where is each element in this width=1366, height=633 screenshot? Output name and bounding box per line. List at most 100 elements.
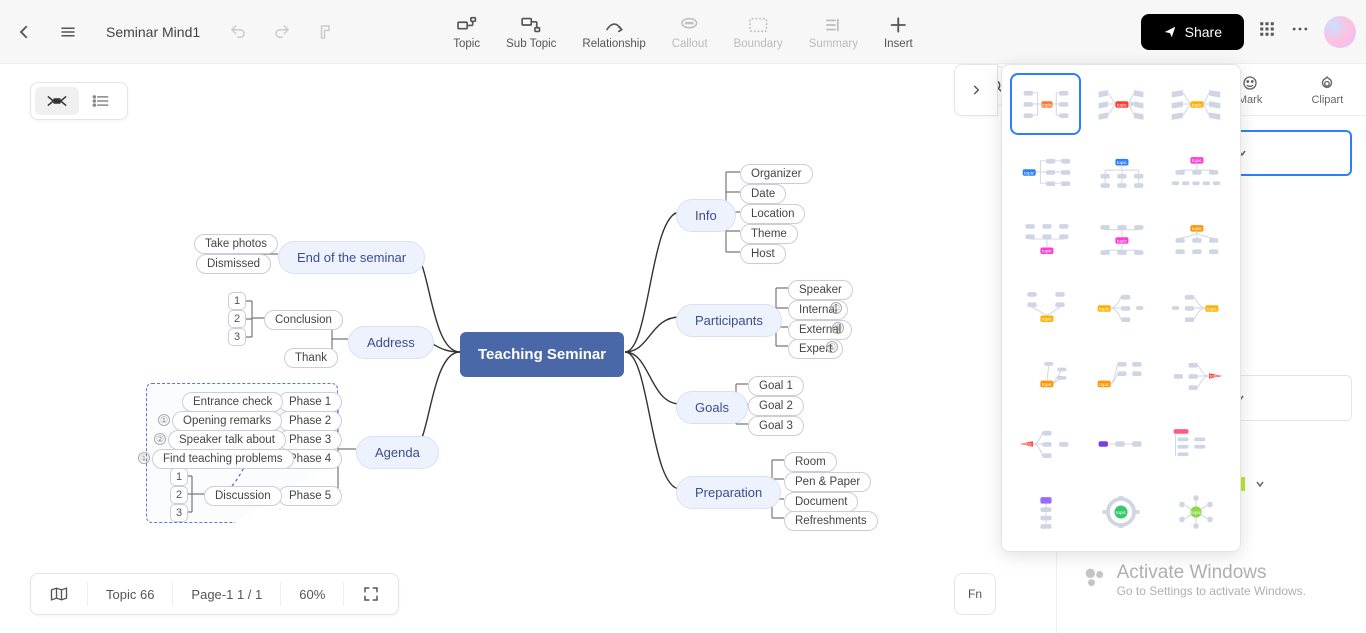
leaf-findproblems[interactable]: Find teaching problems: [152, 449, 294, 469]
more-menu-icon[interactable]: [1290, 19, 1310, 44]
theme-option-18[interactable]: [1163, 415, 1230, 473]
theme-option-12[interactable]: topic: [1163, 279, 1230, 337]
svg-text:topic: topic: [1042, 382, 1053, 387]
boundary-tool[interactable]: Boundary: [724, 10, 793, 54]
leaf-location[interactable]: Location: [740, 204, 805, 224]
menu-button[interactable]: [54, 18, 82, 46]
topic-agenda[interactable]: Agenda: [356, 436, 439, 469]
theme-option-3[interactable]: topic: [1163, 75, 1230, 133]
subtopic-tool[interactable]: Sub Topic: [496, 10, 566, 54]
theme-option-19[interactable]: [1012, 483, 1079, 541]
theme-option-4[interactable]: topic: [1012, 143, 1079, 201]
leaf-penpaper[interactable]: Pen & Paper: [784, 472, 871, 492]
topic-info[interactable]: Info: [676, 199, 736, 232]
leaf-takephotos[interactable]: Take photos: [194, 234, 278, 254]
user-avatar[interactable]: [1324, 16, 1356, 48]
dnum-2[interactable]: 2: [170, 486, 188, 504]
callout-tool[interactable]: Callout: [662, 10, 718, 54]
document-title[interactable]: Seminar Mind1: [98, 24, 208, 40]
theme-option-16[interactable]: topic: [1012, 415, 1079, 473]
theme-option-17[interactable]: [1087, 415, 1154, 473]
theme-option-1[interactable]: topic: [1012, 75, 1079, 133]
page-indicator[interactable]: Page-1 1 / 1: [173, 574, 280, 614]
apps-grid-icon[interactable]: [1258, 20, 1276, 43]
redo-button[interactable]: [268, 18, 296, 46]
svg-text:topic: topic: [1117, 238, 1128, 243]
back-button[interactable]: [10, 18, 38, 46]
format-painter-button[interactable]: [312, 18, 340, 46]
leaf-phase2[interactable]: Phase 2: [278, 411, 342, 431]
leaf-goal2[interactable]: Goal 2: [748, 396, 804, 416]
theme-option-2[interactable]: topic: [1087, 75, 1154, 133]
num-1[interactable]: 1: [228, 292, 246, 310]
tab-clipart[interactable]: Clipart: [1289, 64, 1366, 115]
theme-option-14[interactable]: topic: [1087, 347, 1154, 405]
central-topic[interactable]: Teaching Seminar: [460, 332, 624, 377]
dnum-1[interactable]: 1: [170, 468, 188, 486]
topic-address[interactable]: Address: [348, 326, 434, 359]
topic-goals[interactable]: Goals: [676, 391, 748, 424]
theme-gallery-popup: topic topic topic topic topic topic topi…: [1001, 64, 1241, 552]
theme-option-15[interactable]: topic: [1163, 347, 1230, 405]
leaf-dismissed[interactable]: Dismissed: [196, 254, 271, 274]
dnum-3[interactable]: 3: [170, 504, 188, 522]
fullscreen-button[interactable]: [344, 574, 398, 614]
theme-option-7[interactable]: topic: [1012, 211, 1079, 269]
summary-icon: [822, 14, 844, 36]
leaf-host[interactable]: Host: [740, 244, 786, 264]
leaf-organizer[interactable]: Organizer: [740, 164, 813, 184]
leaf-discussion[interactable]: Discussion: [204, 486, 282, 506]
leaf-room[interactable]: Room: [784, 452, 837, 472]
badge-internal: ①: [830, 302, 842, 314]
collapse-themes-button[interactable]: [954, 64, 998, 116]
leaf-document[interactable]: Document: [784, 492, 858, 512]
leaf-entrance[interactable]: Entrance check: [182, 392, 283, 412]
topic-endseminar[interactable]: End of the seminar: [278, 241, 425, 274]
badge-speakertalk: ②: [154, 433, 166, 445]
leaf-speakertalk[interactable]: Speaker talk about: [168, 430, 286, 450]
leaf-speaker[interactable]: Speaker: [788, 280, 853, 300]
leaf-phase1[interactable]: Phase 1: [278, 392, 342, 412]
theme-option-8[interactable]: topic: [1087, 211, 1154, 269]
theme-option-10[interactable]: topic: [1012, 279, 1079, 337]
svg-text:topic: topic: [1192, 158, 1203, 163]
num-3[interactable]: 3: [228, 328, 246, 346]
topic-count[interactable]: Topic 66: [88, 574, 172, 614]
topic-tool[interactable]: Topic: [443, 10, 490, 54]
theme-option-5[interactable]: topic: [1087, 143, 1154, 201]
svg-text:topic: topic: [1116, 510, 1127, 515]
zoom-level[interactable]: 60%: [281, 574, 343, 614]
share-button[interactable]: Share: [1141, 14, 1244, 50]
theme-option-11[interactable]: topic: [1087, 279, 1154, 337]
insert-tool[interactable]: Insert: [874, 10, 923, 54]
leaf-goal1[interactable]: Goal 1: [748, 376, 804, 396]
theme-option-20[interactable]: topic: [1087, 483, 1154, 541]
leaf-thank[interactable]: Thank: [284, 348, 338, 368]
leaf-date[interactable]: Date: [740, 184, 786, 204]
theme-option-21[interactable]: topic: [1163, 483, 1230, 541]
leaf-conclusion[interactable]: Conclusion: [264, 310, 343, 330]
leaf-opening[interactable]: Opening remarks: [172, 411, 282, 431]
theme-option-9[interactable]: topic: [1163, 211, 1230, 269]
leaf-goal3[interactable]: Goal 3: [748, 416, 804, 436]
relationship-tool[interactable]: Relationship: [572, 10, 655, 54]
undo-button[interactable]: [224, 18, 252, 46]
callout-icon: [679, 14, 701, 36]
relationship-icon: [603, 14, 625, 36]
leaf-refreshments[interactable]: Refreshments: [784, 511, 878, 531]
map-layers-button[interactable]: [31, 574, 87, 614]
topic-preparation[interactable]: Preparation: [676, 476, 781, 509]
leaf-phase3[interactable]: Phase 3: [278, 430, 342, 450]
topic-participants[interactable]: Participants: [676, 304, 782, 337]
boundary-icon: [747, 14, 769, 36]
theme-option-13[interactable]: topic: [1012, 347, 1079, 405]
leaf-phase5[interactable]: Phase 5: [278, 486, 342, 506]
mindmap-view-button[interactable]: [35, 87, 79, 115]
summary-tool[interactable]: Summary: [799, 10, 868, 54]
fn-shortcut-button[interactable]: Fn: [954, 573, 996, 615]
num-2[interactable]: 2: [228, 310, 246, 328]
theme-option-6[interactable]: topic: [1163, 143, 1230, 201]
leaf-theme[interactable]: Theme: [740, 224, 798, 244]
svg-text:topic: topic: [1099, 306, 1110, 311]
outline-view-button[interactable]: [79, 87, 123, 115]
